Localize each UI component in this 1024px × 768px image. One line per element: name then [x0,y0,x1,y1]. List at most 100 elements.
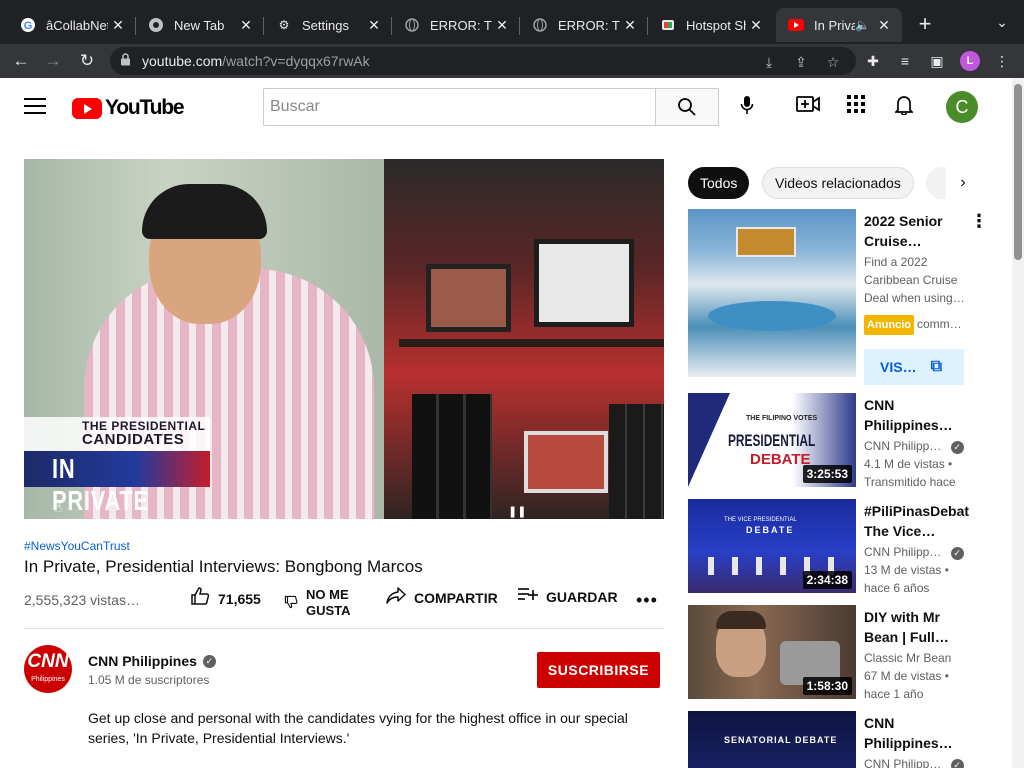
video-channel[interactable]: CNN Philipp… ✓ [864,437,972,455]
close-icon[interactable]: ✕ [108,17,128,34]
browser-tab-active[interactable]: In Priva 🔈 ✕ [776,8,902,42]
ad-description-line: Deal when using… [864,291,965,305]
close-icon[interactable]: ✕ [874,17,894,34]
video-hashtag[interactable]: #NewsYouCanTrust [24,539,130,553]
chip-related[interactable]: Videos relacionados [762,167,914,199]
video-thumbnail[interactable]: THE FILIPINO VOTES PRESIDENTIAL DEBATE 3… [688,393,856,487]
youtube-logo[interactable]: YouTube [72,96,185,120]
share-button[interactable]: COMPARTIR [386,586,498,609]
video-frame-books [412,394,492,519]
video-thumbnail[interactable]: SENATORIAL DEBATE [688,711,856,768]
extensions-puzzle-icon[interactable]: ✚ [862,50,884,72]
video-channel[interactable]: CNN Philipp… ✓ [864,543,972,561]
side-panel-icon[interactable]: ▣ [926,50,948,72]
overlay-line-2: CANDIDATES [82,431,185,448]
audio-playing-icon[interactable]: 🔈 [855,18,870,32]
video-description[interactable]: Get up close and personal with the candi… [88,708,648,748]
tab-search-chevron-icon[interactable]: ⌄ [990,14,1014,36]
media-control-icon[interactable]: ≡ [894,50,916,72]
account-avatar[interactable]: C [946,91,978,123]
tab-title: Settings [302,17,349,33]
view-count[interactable]: 2,555,323 vistas… [24,592,140,608]
ad-card[interactable]: 2022 Senior Cruise… ⋮ Find a 2022 Caribb… [688,209,988,385]
close-icon[interactable]: ✕ [492,17,512,34]
forward-arrow-icon[interactable]: → [40,48,66,74]
browser-tab[interactable]: G âCollabNet ✕ [8,8,136,42]
tab-title: ERROR: Th [558,17,620,33]
browser-tab[interactable]: Hotspot Sh ✕ [648,8,774,42]
like-button[interactable]: 71,655 [190,586,261,611]
chevron-right-icon[interactable]: › [952,172,974,194]
share-icon[interactable]: ⇪ [790,51,812,73]
video-title: #PiliPinasDebat The Vice… [864,503,970,539]
tab-title: Hotspot Sh [686,17,746,33]
more-actions-icon[interactable]: ••• [636,590,658,611]
related-video[interactable]: THE VICE PRESIDENTIAL DEBATE 2:34:38 #Pi… [688,499,978,595]
create-video-icon[interactable] [796,95,820,119]
video-frame-shelf [399,339,664,347]
video-age: hace 1 año [864,687,924,701]
video-thumbnail[interactable]: THE VICE PRESIDENTIAL DEBATE 2:34:38 [688,499,856,593]
close-icon[interactable]: ✕ [364,17,384,34]
video-age: hace 6 años [864,581,930,595]
related-video[interactable]: 1:58:30 DIY with Mr Bean | Full… Classic … [688,605,978,701]
overlay-line-3: IN PRIVATE [52,453,149,516]
video-channel[interactable]: CNN Philipp… ✓ [864,755,972,768]
browser-tab[interactable]: New Tab ✕ [136,8,264,42]
video-title: CNN Philippines… [864,397,953,433]
video-views: 67 M de vistas • [864,669,949,683]
close-icon[interactable]: ✕ [620,17,640,34]
hamburger-menu-icon[interactable] [24,98,46,116]
subscribe-button[interactable]: SUSCRIBIRSE [537,652,660,688]
video-views: 13 M de vistas • [864,563,949,577]
browser-tab[interactable]: ERROR: Th ✕ [392,8,520,42]
share-arrow-icon [386,586,406,609]
ad-thumbnail[interactable] [688,209,856,377]
close-icon[interactable]: ✕ [746,17,766,34]
video-thumbnail[interactable]: 1:58:30 [688,605,856,699]
ad-menu-icon[interactable]: ⋮ [970,211,988,232]
divider [24,628,664,629]
install-app-icon[interactable]: ⤓ [758,51,780,73]
address-bar[interactable]: youtube.com/watch?v=dyqqx67rwAk ⤓ ⇪ ☆ [110,47,856,75]
related-video[interactable]: SENATORIAL DEBATE CNN Philippines… CNN Ph… [688,711,978,768]
reload-icon[interactable]: ↻ [74,48,100,74]
save-button[interactable]: GUARDAR [518,586,618,607]
bookmark-star-icon[interactable]: ☆ [822,51,844,73]
channel-avatar[interactable]: CNN Philippines [24,645,72,693]
video-views: 4.1 M de vistas • [864,457,953,471]
search-input[interactable] [270,98,655,116]
video-channel[interactable]: Classic Mr Bean [864,649,972,667]
visit-site-button[interactable]: VIS… ⧉ [864,349,964,385]
subscriber-count: 1.05 M de suscriptores [88,673,210,687]
apps-grid-icon[interactable] [844,95,868,119]
tab-title: New Tab [174,17,225,33]
gear-icon: ⚙ [278,18,290,32]
pause-icon[interactable]: ❚❚ [508,505,526,518]
microphone-icon[interactable] [735,95,759,119]
video-player[interactable]: THE PRESIDENTIAL CANDIDATES IN PRIVATE ☝… [24,159,664,519]
back-arrow-icon[interactable]: ← [8,48,34,74]
chrome-menu-icon[interactable]: ⋮ [991,50,1013,72]
browser-tab[interactable]: ⚙ Settings ✕ [264,8,392,42]
channel-name[interactable]: CNN Philippines ✓ [88,653,216,669]
new-tab-button[interactable]: + [912,12,938,38]
search-box[interactable] [263,88,656,126]
scrollbar-thumb[interactable] [1014,84,1022,260]
notifications-bell-icon[interactable] [892,95,916,119]
hotspot-icon [660,17,676,33]
verified-check-icon: ✓ [950,547,964,560]
close-icon[interactable]: ✕ [236,17,256,34]
browser-tab[interactable]: ERROR: Th ✕ [520,8,648,42]
video-frame-photo [426,264,511,332]
dislike-button[interactable]: NO ME GUSTA [284,587,351,619]
related-video[interactable]: THE FILIPINO VOTES PRESIDENTIAL DEBATE 3… [688,393,978,489]
video-duration: 1:58:30 [802,677,852,695]
chip-all[interactable]: Todos [688,167,750,199]
search-button[interactable] [655,88,719,126]
profile-avatar[interactable]: L [960,51,980,71]
video-frame-photo [534,239,634,327]
ad-badge: Anuncio [864,315,914,335]
page-scrollbar[interactable] [1012,78,1024,768]
video-duration: 2:34:38 [802,571,852,589]
